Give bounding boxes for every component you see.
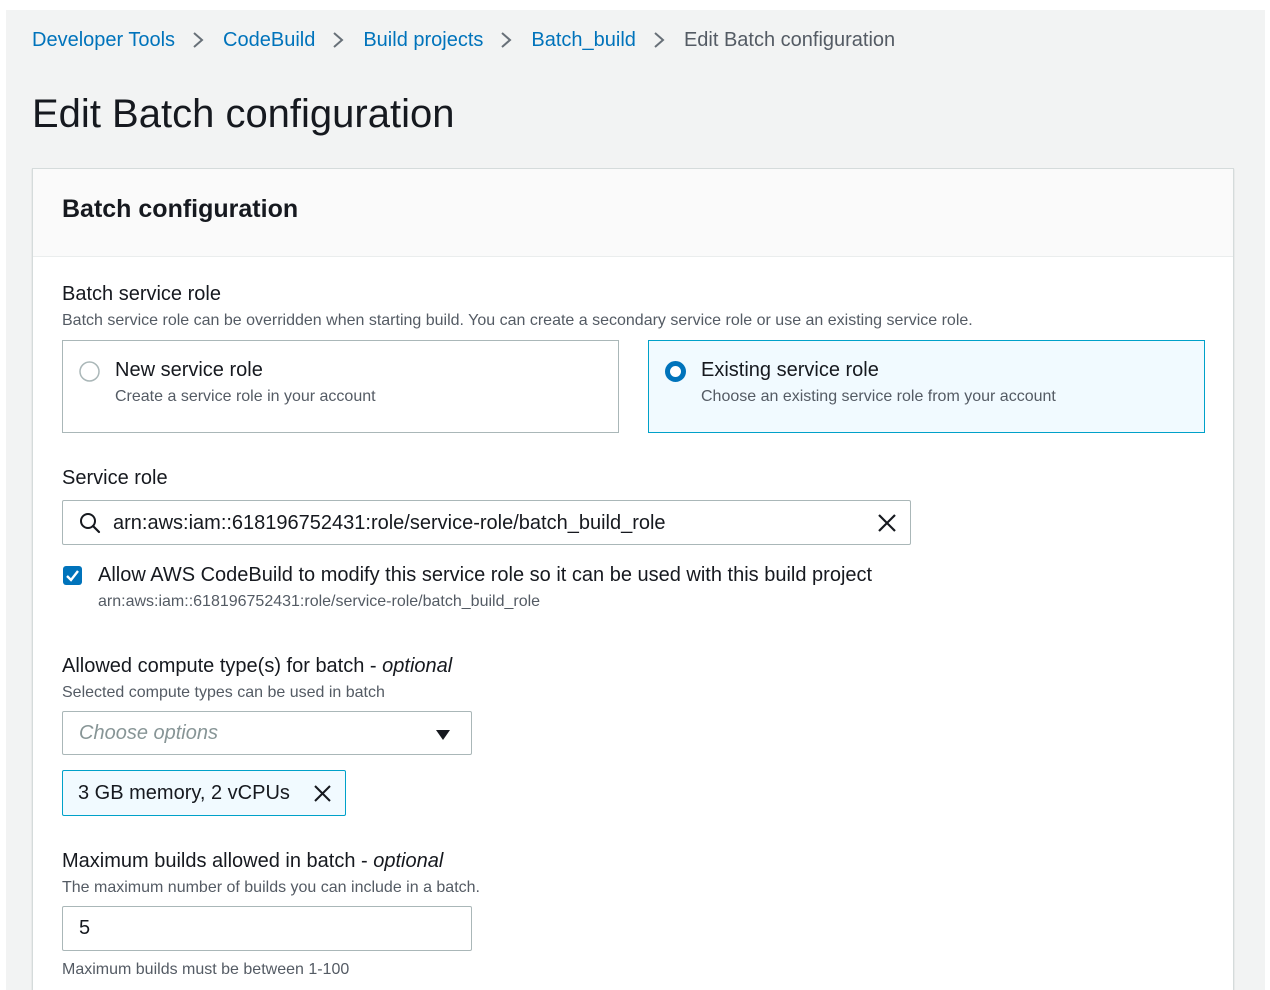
select-placeholder: Choose options <box>79 722 218 744</box>
compute-types-label: Allowed compute type(s) for batch - opti… <box>62 655 452 678</box>
container-header: Batch configuration <box>33 169 1233 257</box>
optional-separator: - <box>355 850 374 872</box>
tile-description: Create a service role in your account <box>115 388 376 405</box>
allow-modify-role-arn: arn:aws:iam::618196752431:role/service-r… <box>98 593 541 610</box>
breadcrumb-current: Edit Batch configuration <box>683 28 896 51</box>
breadcrumb-codebuild[interactable]: CodeBuild <box>223 29 315 52</box>
max-builds-input[interactable] <box>62 906 472 951</box>
breadcrumb-build-projects[interactable]: Build projects <box>363 29 483 52</box>
compute-types-label-text: Allowed compute type(s) for batch <box>62 655 365 677</box>
radio-unselected-icon[interactable] <box>79 361 100 382</box>
service-role-search[interactable] <box>62 500 911 545</box>
compute-type-token: 3 GB memory, 2 vCPUs <box>62 770 346 816</box>
compute-types-select[interactable]: Choose options <box>62 711 472 755</box>
breadcrumb: Developer Tools CodeBuild Build projects… <box>32 27 895 53</box>
allow-modify-checkbox[interactable] <box>63 566 82 585</box>
tile-title: New service role <box>115 359 263 381</box>
batch-service-role-description: Batch service role can be overridden whe… <box>62 312 973 329</box>
container-title: Batch configuration <box>62 195 299 223</box>
tile-title: Existing service role <box>701 359 879 381</box>
radio-tile-new-service-role[interactable]: New service role Create a service role i… <box>62 340 619 433</box>
optional-separator: - <box>364 655 383 677</box>
service-role-input[interactable] <box>113 508 853 538</box>
chevron-right-icon <box>329 31 347 49</box>
close-icon[interactable] <box>313 784 332 803</box>
close-icon[interactable] <box>877 513 897 533</box>
search-icon <box>79 512 101 534</box>
max-builds-description: The maximum number of builds you can inc… <box>62 879 480 896</box>
breadcrumb-batch-build[interactable]: Batch_build <box>531 29 636 52</box>
compute-types-description: Selected compute types can be used in ba… <box>62 684 385 701</box>
check-icon <box>66 570 79 582</box>
optional-tag: optional <box>382 655 453 677</box>
chevron-right-icon <box>650 31 668 49</box>
chevron-right-icon <box>189 31 207 49</box>
max-builds-label-text: Maximum builds allowed in batch <box>62 850 356 872</box>
optional-tag: optional <box>373 850 444 872</box>
allow-modify-label[interactable]: Allow AWS CodeBuild to modify this servi… <box>98 564 872 587</box>
caret-down-icon <box>435 728 451 740</box>
max-builds-label: Maximum builds allowed in batch - option… <box>62 850 443 873</box>
breadcrumb-developer-tools[interactable]: Developer Tools <box>32 29 175 52</box>
batch-service-role-label: Batch service role <box>62 283 221 305</box>
token-label: 3 GB memory, 2 vCPUs <box>78 782 290 804</box>
radio-selected-icon[interactable] <box>665 361 686 382</box>
tile-description: Choose an existing service role from you… <box>701 388 1056 405</box>
service-role-label: Service role <box>62 467 168 489</box>
max-builds-constraint: Maximum builds must be between 1-100 <box>62 961 350 978</box>
page-title: Edit Batch configuration <box>32 92 455 136</box>
radio-tile-existing-service-role[interactable]: Existing service role Choose an existing… <box>648 340 1205 433</box>
chevron-right-icon <box>497 31 515 49</box>
